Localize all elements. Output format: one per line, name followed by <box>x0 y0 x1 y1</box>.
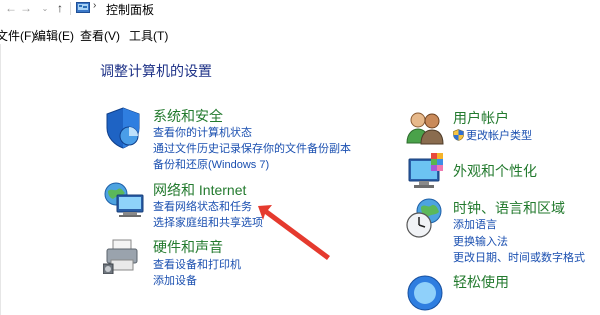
category-user-accounts[interactable]: 用户帐户 <box>453 108 509 128</box>
menu-tools[interactable]: 工具(T) <box>129 27 168 44</box>
left-border <box>0 44 1 315</box>
uac-shield-icon <box>453 129 464 141</box>
menu-edit[interactable]: 编辑(E) <box>34 27 74 44</box>
category-hardware-sound[interactable]: 硬件和声音 <box>153 237 223 257</box>
shield-icon[interactable] <box>103 106 143 150</box>
ease-of-access-icon[interactable] <box>405 271 445 315</box>
link-change-account-type[interactable]: 更改帐户类型 <box>453 127 532 143</box>
chevron-down-icon[interactable]: ⌄ <box>38 1 52 15</box>
up-arrow-icon[interactable]: ↑ <box>53 1 67 15</box>
link-network-status-tasks[interactable]: 查看网络状态和任务 <box>153 198 252 214</box>
address-divider <box>70 2 71 15</box>
link-file-history-backup[interactable]: 通过文件历史记录保存你的文件备份副本 <box>153 140 351 156</box>
clock-globe-icon[interactable] <box>405 197 445 239</box>
category-system-security[interactable]: 系统和安全 <box>153 106 223 126</box>
link-backup-restore[interactable]: 备份和还原(Windows 7) <box>153 156 269 172</box>
link-view-computer-status[interactable]: 查看你的计算机状态 <box>153 124 252 140</box>
network-globe-icon[interactable] <box>103 181 147 219</box>
page-title: 调整计算机的设置 <box>100 63 212 79</box>
category-network-internet[interactable]: 网络和 Internet <box>153 180 246 200</box>
menu-bar: 文件(F) 编辑(E) 查看(V) 工具(T) <box>0 24 600 44</box>
link-change-input-method[interactable]: 更换输入法 <box>453 233 508 249</box>
printer-speaker-icon[interactable] <box>103 238 143 274</box>
category-ease-of-access[interactable]: 轻松使用 <box>453 272 509 292</box>
menu-file[interactable]: 文件(F) <box>0 27 35 44</box>
link-change-date-time-format[interactable]: 更改日期、时间或数字格式 <box>453 249 585 265</box>
forward-arrow-icon[interactable]: → <box>19 1 33 15</box>
category-clock-language-region[interactable]: 时钟、语言和区域 <box>453 198 565 218</box>
category-appearance-personalization[interactable]: 外观和个性化 <box>453 161 537 181</box>
link-change-account-type-label: 更改帐户类型 <box>466 130 532 142</box>
link-add-language[interactable]: 添加语言 <box>453 216 497 232</box>
breadcrumb-chevron-icon[interactable]: › <box>93 0 96 11</box>
menu-view[interactable]: 查看(V) <box>80 27 120 44</box>
link-devices-printers[interactable]: 查看设备和打印机 <box>153 256 241 272</box>
breadcrumb-control-panel[interactable]: 控制面板 <box>106 1 154 18</box>
back-arrow-icon[interactable]: ← <box>4 1 18 15</box>
address-bar: ← → ⌄ ↑ › 控制面板 <box>0 0 600 18</box>
link-homegroup-sharing[interactable]: 选择家庭组和共享选项 <box>153 214 263 230</box>
control-panel-icon <box>76 2 90 13</box>
link-add-device[interactable]: 添加设备 <box>153 272 197 288</box>
appearance-monitor-icon[interactable] <box>405 153 447 191</box>
user-accounts-icon[interactable] <box>405 111 445 145</box>
annotation-arrow <box>258 205 330 260</box>
